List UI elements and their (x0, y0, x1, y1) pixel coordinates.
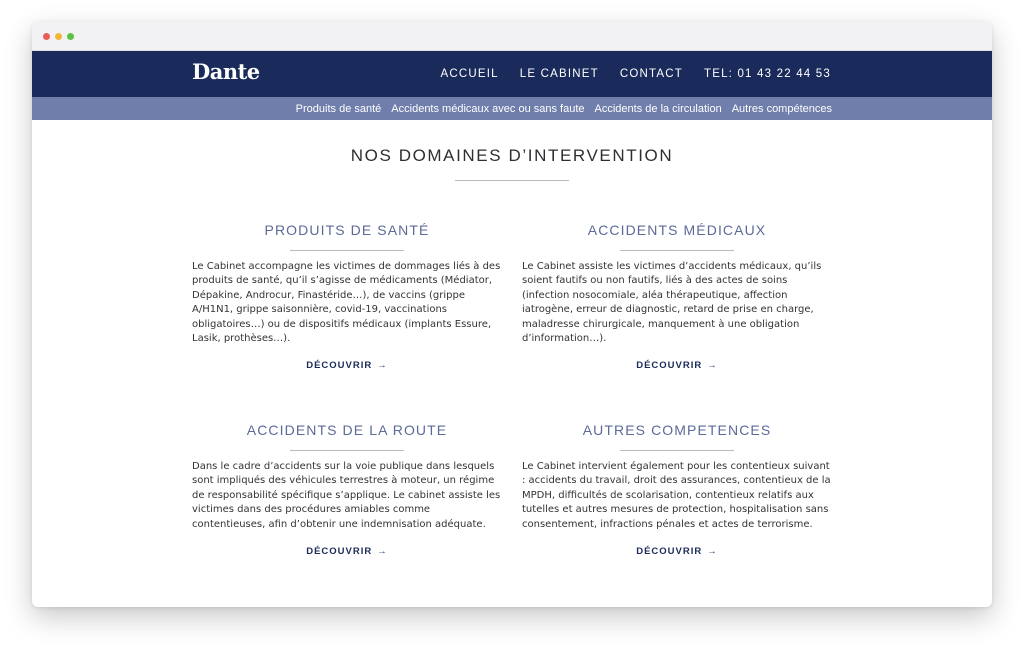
maximize-window-button[interactable] (67, 32, 74, 40)
arrow-right-icon: → (707, 546, 718, 558)
site-logo[interactable]: Dante (192, 59, 260, 84)
minimize-window-button[interactable] (55, 32, 62, 40)
top-navigation: Dante ACCUEIL LE CABINET CONTACT TEL: 01… (32, 51, 992, 97)
menu-item-contact[interactable]: CONTACT (620, 68, 683, 80)
cta-label: DÉCOUVRIR (306, 360, 373, 372)
card-produits-de-sante: PRODUITS DE SANTÉ Le Cabinet accompagne … (192, 222, 502, 371)
cta-label: DÉCOUVRIR (636, 360, 703, 372)
arrow-right-icon: → (377, 546, 388, 558)
card-text: Dans le cadre d’accidents sur la voie pu… (192, 461, 501, 530)
cta-label: DÉCOUVRIR (636, 546, 703, 558)
subnav-item-accidents-medicaux[interactable]: Accidents médicaux avec ou sans faute (391, 103, 584, 115)
card-text: Le Cabinet assiste les victimes d’accide… (522, 261, 822, 345)
card-divider (290, 250, 404, 251)
decouvrir-link[interactable]: DÉCOUVRIR → (636, 546, 718, 557)
menu-item-le-cabinet[interactable]: LE CABINET (520, 68, 599, 80)
card-title: ACCIDENTS MÉDICAUX (587, 222, 767, 238)
browser-window: Dante ACCUEIL LE CABINET CONTACT TEL: 01… (32, 22, 992, 607)
subnav-item-autres-competences[interactable]: Autres compétences (732, 103, 832, 115)
close-window-button[interactable] (43, 32, 50, 40)
card-title: PRODUITS DE SANTÉ (264, 222, 430, 238)
card-title: ACCIDENTS DE LA ROUTE (246, 422, 448, 438)
card-divider (290, 450, 404, 451)
arrow-right-icon: → (707, 360, 718, 372)
window-titlebar (32, 22, 992, 51)
card-accidents-de-la-route: ACCIDENTS DE LA ROUTE Dans le cadre d’ac… (192, 422, 502, 557)
menu-item-telephone[interactable]: TEL: 01 43 22 44 53 (704, 68, 831, 80)
main-content: NOS DOMAINES D’INTERVENTION PRODUITS DE … (32, 120, 992, 607)
card-autres-competences: AUTRES COMPETENCES Le Cabinet intervient… (522, 422, 832, 557)
card-text: Le Cabinet intervient également pour les… (522, 461, 831, 530)
page-title: NOS DOMAINES D’INTERVENTION (350, 146, 674, 165)
cta-label: DÉCOUVRIR (306, 546, 373, 558)
secondary-navigation: Produits de santé Accidents médicaux ave… (32, 97, 992, 120)
subnav-item-produits-de-sante[interactable]: Produits de santé (296, 103, 382, 115)
card-title: AUTRES COMPETENCES (582, 422, 772, 438)
decouvrir-link[interactable]: DÉCOUVRIR → (306, 360, 388, 371)
decouvrir-link[interactable]: DÉCOUVRIR → (306, 546, 388, 557)
card-text: Le Cabinet accompagne les victimes de do… (192, 261, 501, 345)
subnav-item-accidents-circulation[interactable]: Accidents de la circulation (595, 103, 722, 115)
menu-item-accueil[interactable]: ACCUEIL (440, 68, 498, 80)
main-menu: ACCUEIL LE CABINET CONTACT TEL: 01 43 22… (440, 51, 831, 97)
arrow-right-icon: → (377, 360, 388, 372)
subnav-links: Produits de santé Accidents médicaux ave… (296, 97, 832, 120)
card-divider (620, 450, 734, 451)
title-divider (455, 180, 569, 181)
card-accidents-medicaux: ACCIDENTS MÉDICAUX Le Cabinet assiste le… (522, 222, 832, 371)
decouvrir-link[interactable]: DÉCOUVRIR → (636, 360, 718, 371)
card-divider (620, 250, 734, 251)
